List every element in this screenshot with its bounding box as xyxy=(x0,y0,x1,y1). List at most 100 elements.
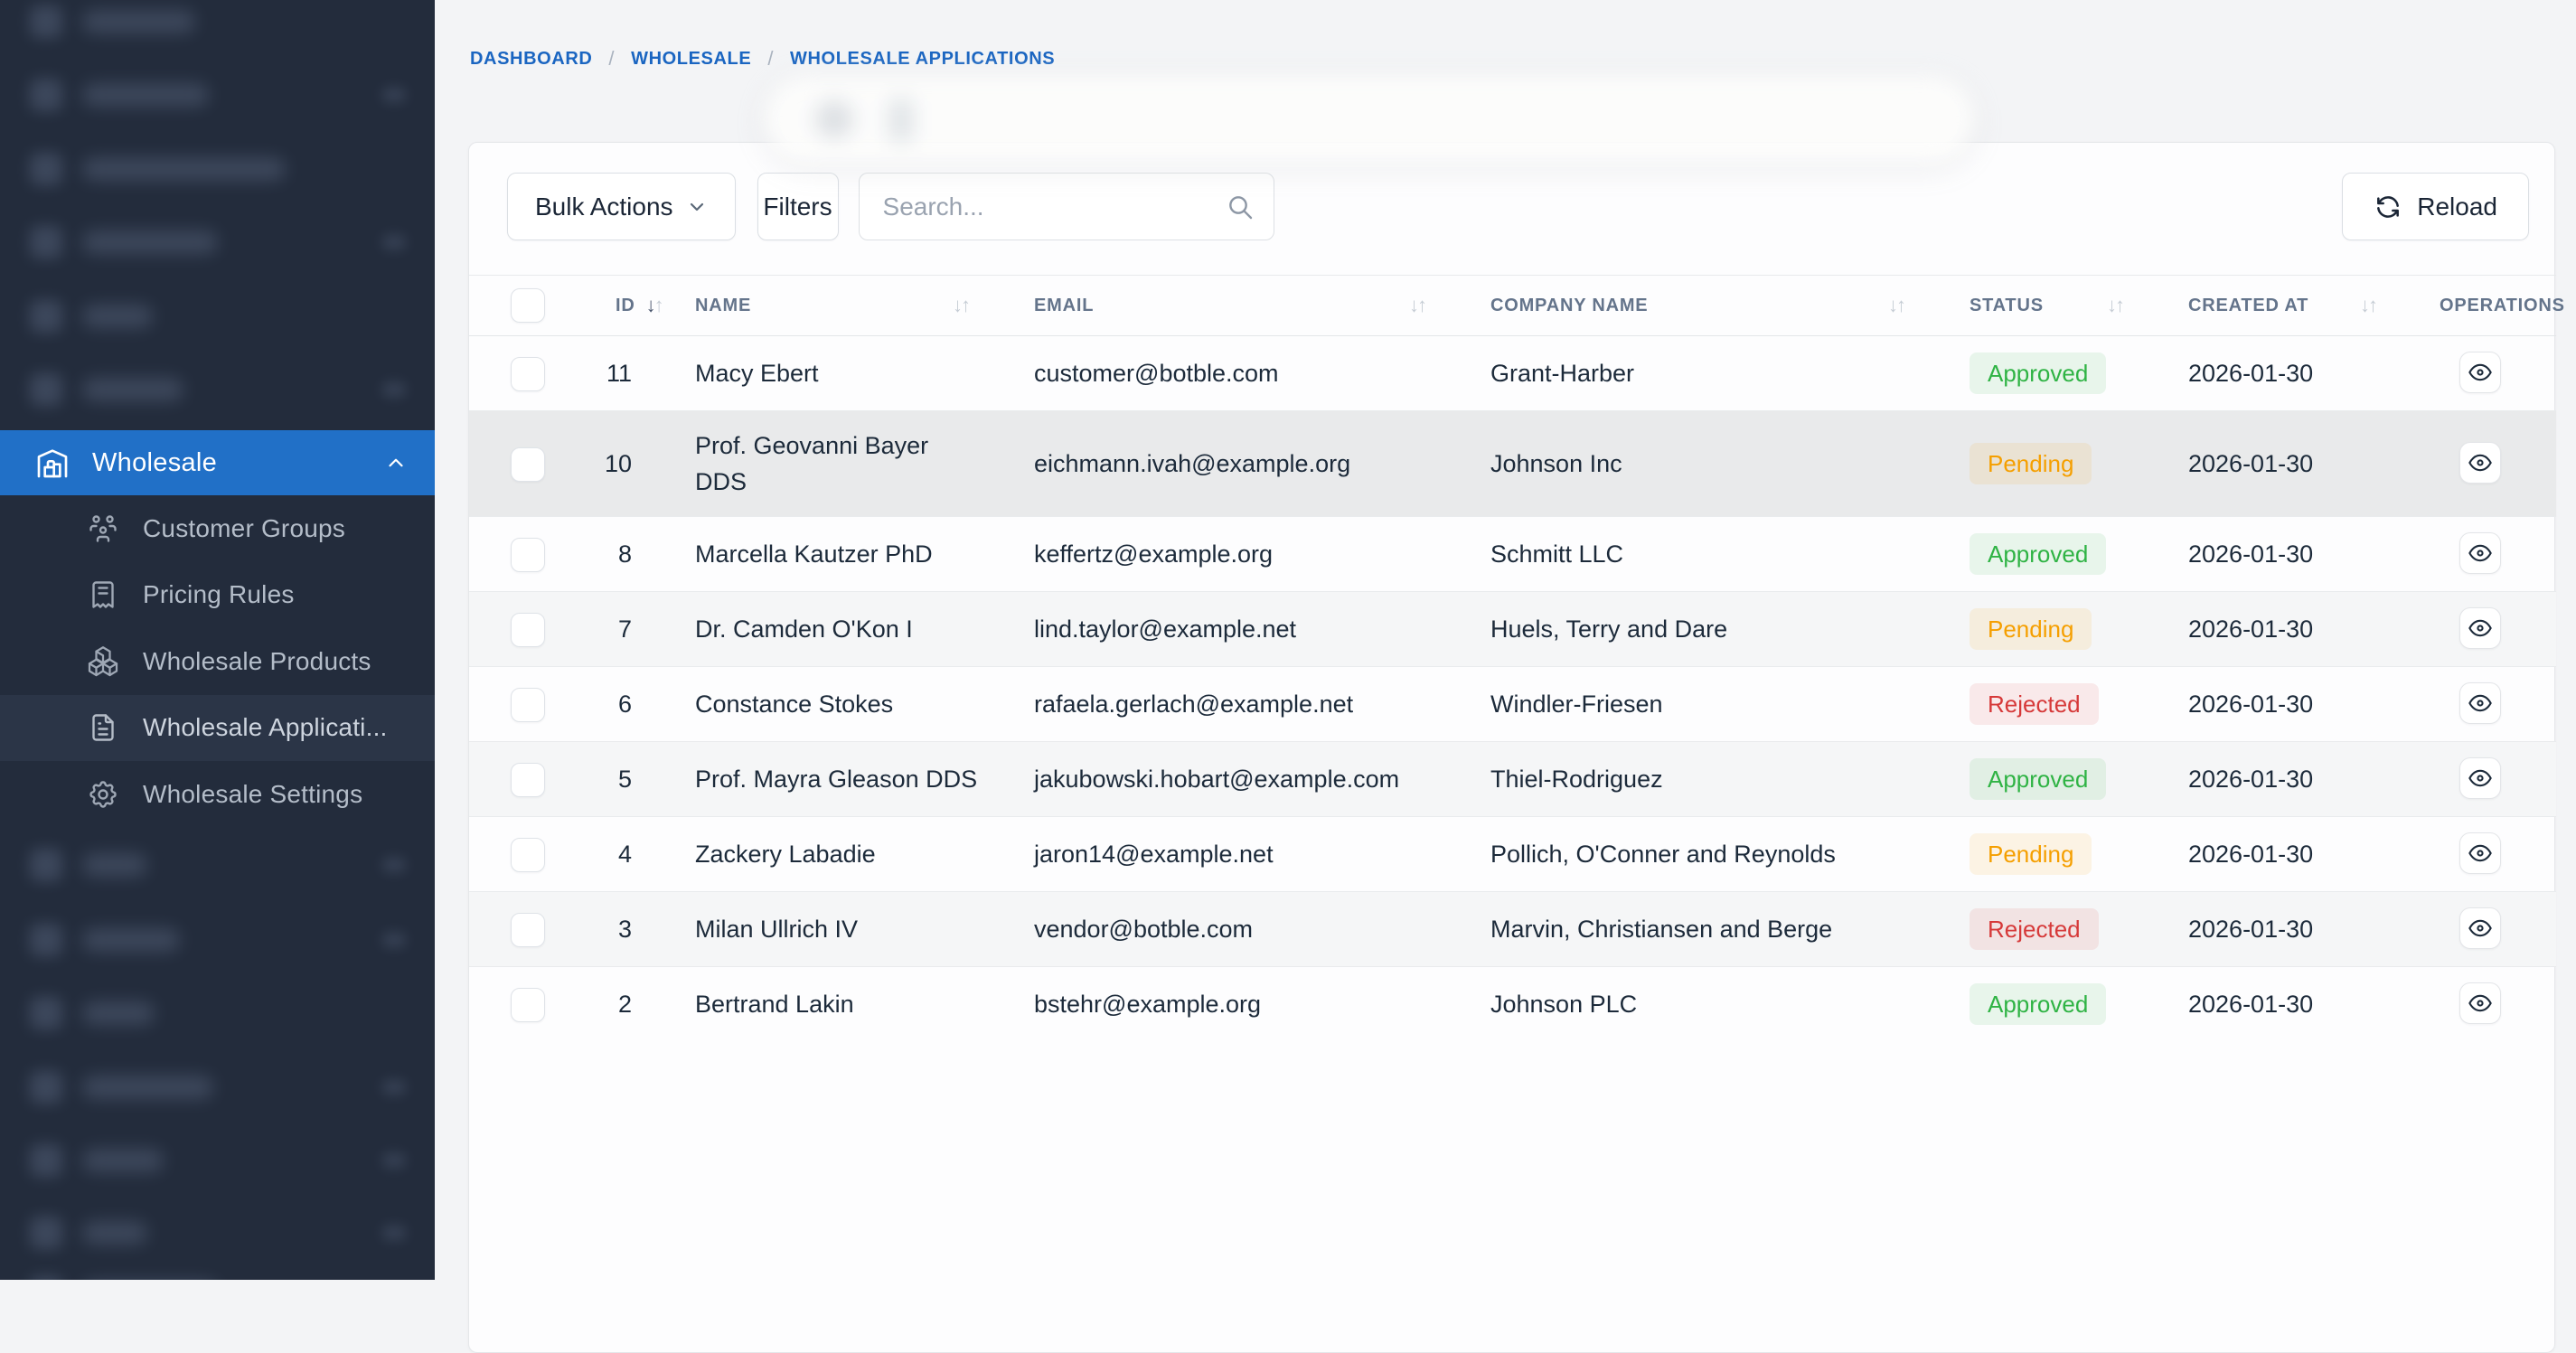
cell-name: Marcella Kautzer PhD xyxy=(657,517,996,592)
eye-icon xyxy=(2468,615,2493,641)
eye-icon xyxy=(2468,991,2493,1016)
blurred-label xyxy=(82,157,286,181)
view-button[interactable] xyxy=(2459,757,2501,799)
row-checkbox[interactable] xyxy=(511,357,545,391)
sidebar-item-label: Wholesale Settings xyxy=(143,780,362,809)
blurred-label xyxy=(82,378,183,401)
sidebar-item-redacted[interactable] xyxy=(0,0,435,53)
sidebar-item-redacted[interactable] xyxy=(0,63,435,127)
filters-button[interactable]: Filters xyxy=(757,173,839,240)
blurred-label xyxy=(82,1076,213,1099)
blurred-icon xyxy=(30,849,62,881)
row-checkbox[interactable] xyxy=(511,538,545,572)
table-row: 5 Prof. Mayra Gleason DDS jakubowski.hob… xyxy=(469,742,2556,817)
cell-email: lind.taylor@example.net xyxy=(996,592,1453,667)
status-badge: Approved xyxy=(1970,352,2106,394)
row-checkbox[interactable] xyxy=(511,447,545,482)
sidebar-item-redacted[interactable] xyxy=(0,1261,435,1280)
chevron-right-icon xyxy=(382,858,406,872)
row-checkbox[interactable] xyxy=(511,988,545,1022)
sidebar-item-wholesale[interactable]: Wholesale xyxy=(0,430,435,495)
sidebar-item-redacted[interactable] xyxy=(0,908,435,972)
eye-icon xyxy=(2468,766,2493,791)
cell-id: 6 xyxy=(578,667,657,742)
column-header-status[interactable]: STATUS↓↑ xyxy=(1932,276,2150,336)
cell-email: jaron14@example.net xyxy=(996,817,1453,892)
main-content: DASHBOARD / WHOLESALE / WHOLESALE APPLIC… xyxy=(435,0,2576,1280)
filters-label: Filters xyxy=(763,193,832,221)
table-body: 11 Macy Ebert customer@botble.com Grant-… xyxy=(469,336,2556,1042)
view-button[interactable] xyxy=(2459,607,2501,649)
chevron-right-icon xyxy=(382,1226,406,1240)
search-input[interactable] xyxy=(859,173,1274,240)
sidebar-item-redacted[interactable] xyxy=(0,358,435,421)
sidebar-item-redacted[interactable] xyxy=(0,211,435,274)
cell-id: 11 xyxy=(578,336,657,411)
blurred-icon xyxy=(30,1144,62,1177)
cell-company: Pollich, O'Conner and Reynolds xyxy=(1453,817,1932,892)
chevron-right-icon xyxy=(382,382,406,397)
column-header-id[interactable]: ID↓↑ xyxy=(578,276,657,336)
sidebar-item-redacted[interactable] xyxy=(0,1056,435,1119)
eye-icon xyxy=(2468,691,2493,716)
cell-name: Bertrand Lakin xyxy=(657,967,996,1042)
sidebar-item-redacted[interactable] xyxy=(0,833,435,897)
sidebar-item-wholesale-products[interactable]: Wholesale Products xyxy=(0,628,435,695)
column-header-operations: OPERATIONS xyxy=(2403,276,2556,336)
sidebar-item-customer-groups[interactable]: Customer Groups xyxy=(0,495,435,562)
sort-icons: ↓↑ xyxy=(646,294,663,317)
view-button[interactable] xyxy=(2459,982,2501,1024)
sidebar-item-redacted[interactable] xyxy=(0,1129,435,1192)
view-button[interactable] xyxy=(2459,442,2501,484)
breadcrumb-wholesale[interactable]: WHOLESALE xyxy=(631,49,751,70)
cell-id: 4 xyxy=(578,817,657,892)
select-all-checkbox[interactable] xyxy=(511,288,545,323)
breadcrumb-separator: / xyxy=(767,47,774,70)
row-checkbox[interactable] xyxy=(511,688,545,722)
cell-id: 10 xyxy=(578,411,657,517)
cell-email: vendor@botble.com xyxy=(996,892,1453,967)
breadcrumb-dashboard[interactable]: DASHBOARD xyxy=(470,49,592,70)
sidebar-item-wholesale-settings[interactable]: Wholesale Settings xyxy=(0,761,435,828)
view-button[interactable] xyxy=(2459,907,2501,949)
column-header-name[interactable]: NAME↓↑ xyxy=(657,276,996,336)
sidebar-item-pricing-rules[interactable]: Pricing Rules xyxy=(0,562,435,629)
row-checkbox[interactable] xyxy=(511,838,545,872)
cell-created-at: 2026-01-30 xyxy=(2150,592,2403,667)
sidebar-item-redacted[interactable] xyxy=(0,285,435,348)
status-badge: Rejected xyxy=(1970,683,2099,725)
view-button[interactable] xyxy=(2459,532,2501,574)
sidebar-item-redacted[interactable] xyxy=(0,1201,435,1264)
status-badge: Pending xyxy=(1970,443,2092,484)
row-checkbox[interactable] xyxy=(511,613,545,647)
blurred-icon xyxy=(30,5,62,38)
sidebar-item-redacted[interactable] xyxy=(0,137,435,201)
cell-id: 3 xyxy=(578,892,657,967)
chevron-right-icon xyxy=(382,235,406,249)
sidebar-item-label: Pricing Rules xyxy=(143,580,295,609)
cell-email: rafaela.gerlach@example.net xyxy=(996,667,1453,742)
view-button[interactable] xyxy=(2459,352,2501,393)
blurred-label xyxy=(82,83,209,107)
view-button[interactable] xyxy=(2459,682,2501,724)
cell-name: Prof. Geovanni Bayer DDS xyxy=(657,411,996,517)
cell-created-at: 2026-01-30 xyxy=(2150,817,2403,892)
column-header-company[interactable]: COMPANY NAME↓↑ xyxy=(1453,276,1932,336)
cell-name: Milan Ullrich IV xyxy=(657,892,996,967)
select-all-header xyxy=(469,276,578,336)
view-button[interactable] xyxy=(2459,832,2501,874)
chevron-up-icon xyxy=(384,451,408,474)
table-search xyxy=(859,173,1274,240)
cell-company: Thiel-Rodriguez xyxy=(1453,742,1932,817)
chevron-right-icon xyxy=(382,1153,406,1168)
row-checkbox[interactable] xyxy=(511,913,545,947)
reload-button[interactable]: Reload xyxy=(2342,173,2529,240)
sidebar-item-wholesale-applications[interactable]: Wholesale Applicati... xyxy=(0,695,435,762)
row-checkbox[interactable] xyxy=(511,763,545,797)
column-header-email[interactable]: EMAIL↓↑ xyxy=(996,276,1453,336)
sidebar-item-redacted[interactable] xyxy=(0,982,435,1045)
bulk-actions-button[interactable]: Bulk Actions xyxy=(507,173,736,240)
sidebar-item-label: Wholesale xyxy=(92,448,217,478)
column-header-created-at[interactable]: CREATED AT↓↑ xyxy=(2150,276,2403,336)
cell-name: Constance Stokes xyxy=(657,667,996,742)
